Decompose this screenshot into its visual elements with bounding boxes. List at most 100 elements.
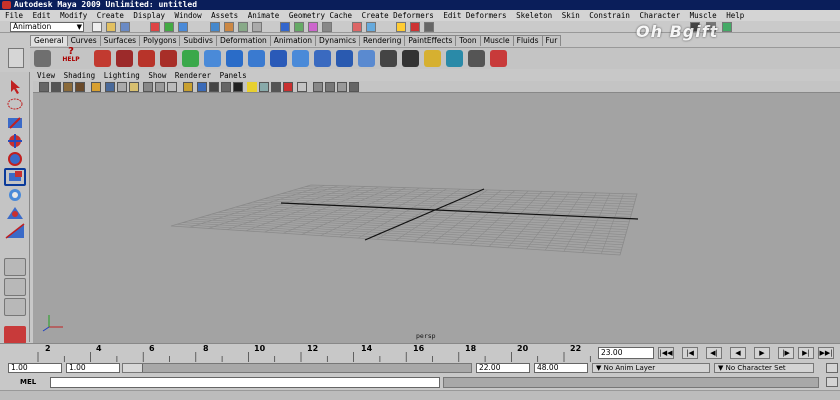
select-by-hierarchy-icon[interactable] <box>150 22 160 32</box>
range-slider-handle[interactable] <box>123 364 143 372</box>
shelf-menu-button[interactable] <box>8 48 24 68</box>
panel-menu-view[interactable]: View <box>37 71 55 80</box>
snap-grid-icon[interactable] <box>280 22 290 32</box>
open-scene-icon[interactable] <box>106 22 116 32</box>
range-slider-bar[interactable] <box>122 363 472 373</box>
menu-help[interactable]: Help <box>726 11 744 20</box>
sphere-icon[interactable] <box>248 50 265 67</box>
menu-edit[interactable]: Edit <box>33 11 51 20</box>
film-gate-icon[interactable] <box>105 82 115 92</box>
outliner-icon[interactable] <box>468 50 485 67</box>
menu-animate[interactable]: Animate <box>248 11 280 20</box>
menu-constrain[interactable]: Constrain <box>589 11 630 20</box>
anim-layer-dropdown[interactable]: ▼ No Anim Layer <box>592 363 710 373</box>
shelf-tab-surfaces[interactable]: Surfaces <box>99 35 141 46</box>
gate-mask-icon[interactable] <box>129 82 139 92</box>
menu-skin[interactable]: Skin <box>562 11 580 20</box>
image-plane-icon[interactable] <box>75 82 85 92</box>
move-tool-icon[interactable] <box>4 132 26 150</box>
soft-mod-tool-icon[interactable] <box>4 204 26 222</box>
play-backwards-icon[interactable]: ◀ <box>730 347 746 359</box>
scale-tool-icon[interactable] <box>4 168 26 186</box>
wireframe-icon[interactable] <box>183 82 193 92</box>
safe-action-icon[interactable] <box>155 82 165 92</box>
paint-select-tool-icon[interactable] <box>4 114 26 132</box>
panel-menu-renderer[interactable]: Renderer <box>175 71 211 80</box>
output-ops-icon[interactable] <box>366 22 376 32</box>
surface-flow-icon[interactable] <box>226 50 243 67</box>
select-by-component-icon[interactable] <box>178 22 188 32</box>
menu-skeleton[interactable]: Skeleton <box>516 11 552 20</box>
mask-curves-icon[interactable] <box>224 22 234 32</box>
start-time-field[interactable]: 1.00 <box>8 363 62 373</box>
textured-icon[interactable] <box>221 82 231 92</box>
high-quality-icon[interactable] <box>313 82 323 92</box>
render-view-icon[interactable] <box>402 50 419 67</box>
shadows-icon[interactable] <box>247 82 257 92</box>
wireframe-on-shaded-icon[interactable] <box>209 82 219 92</box>
cone-icon[interactable] <box>314 50 331 67</box>
shelf-tab-deformation[interactable]: Deformation <box>215 35 271 46</box>
smoke-effect-icon[interactable] <box>116 50 133 67</box>
graph-editor-icon[interactable] <box>490 50 507 67</box>
grid-toggle-icon[interactable] <box>91 82 101 92</box>
go-to-end-icon[interactable]: ▶▶| <box>818 347 834 359</box>
shelf-tab-rendering[interactable]: Rendering <box>359 35 406 46</box>
paint-brush-icon[interactable] <box>424 50 441 67</box>
hypergraph-layout-icon[interactable] <box>4 326 26 344</box>
menu-geometry-cache[interactable]: Geometry Cache <box>289 11 352 20</box>
select-by-object-icon[interactable] <box>164 22 174 32</box>
outliner-persp-layout-icon[interactable] <box>4 298 26 316</box>
safe-title-icon[interactable] <box>167 82 177 92</box>
shelf-tab-painteffects[interactable]: PaintEffects <box>404 35 457 46</box>
menu-edit-deformers[interactable]: Edit Deformers <box>443 11 506 20</box>
selection-mask-icon[interactable] <box>210 22 220 32</box>
command-language-label[interactable]: MEL <box>20 378 36 386</box>
torus-icon[interactable] <box>358 50 375 67</box>
step-forward-frame-icon[interactable]: ▶| <box>798 347 814 359</box>
shelf-tab-curves[interactable]: Curves <box>66 35 101 46</box>
mask-surfaces-icon[interactable] <box>238 22 248 32</box>
menu-create-deformers[interactable]: Create Deformers <box>362 11 434 20</box>
shatter-effect-icon[interactable] <box>182 50 199 67</box>
shelf-tab-general[interactable]: General <box>30 35 68 46</box>
render-frame-icon[interactable] <box>396 22 406 32</box>
isolate-select-icon[interactable] <box>297 82 307 92</box>
panel-menu-shading[interactable]: Shading <box>64 71 96 80</box>
camera-attributes-icon[interactable] <box>51 82 61 92</box>
last-used-tool-icon[interactable] <box>34 50 51 67</box>
show-manipulator-icon[interactable] <box>4 222 26 240</box>
step-back-frame-icon[interactable]: |◀ <box>682 347 698 359</box>
fire-effect-icon[interactable] <box>94 50 111 67</box>
end-time-field[interactable]: 48.00 <box>534 363 588 373</box>
command-input[interactable] <box>50 377 440 388</box>
hud-icon[interactable] <box>325 82 335 92</box>
menu-set-dropdown[interactable]: Animation ▼ <box>10 22 84 32</box>
shelf-tab-subdivs[interactable]: Subdivs <box>179 35 217 46</box>
frame-all-icon[interactable] <box>349 82 359 92</box>
new-scene-icon[interactable] <box>92 22 102 32</box>
single-pane-layout-icon[interactable] <box>4 258 26 276</box>
menu-file[interactable]: File <box>5 11 23 20</box>
mask-deformations-icon[interactable] <box>252 22 262 32</box>
playback-start-field[interactable]: 1.00 <box>66 363 120 373</box>
shelf-tab-muscle[interactable]: Muscle <box>479 35 514 46</box>
menu-create[interactable]: Create <box>97 11 124 20</box>
save-scene-icon[interactable] <box>120 22 130 32</box>
current-frame-field[interactable]: 23.00 <box>598 347 654 359</box>
fireworks-effect-icon[interactable] <box>138 50 155 67</box>
menu-display[interactable]: Display <box>133 11 165 20</box>
frame-selection-icon[interactable] <box>337 82 347 92</box>
perspective-viewport[interactable]: persp <box>33 93 840 343</box>
help-icon[interactable]: ? HELP <box>62 47 80 68</box>
universal-manipulator-icon[interactable] <box>4 186 26 204</box>
curve-flow-icon[interactable] <box>204 50 221 67</box>
cube-icon[interactable] <box>270 50 287 67</box>
script-editor-icon[interactable] <box>826 377 838 387</box>
go-to-start-icon[interactable]: |◀◀ <box>658 347 674 359</box>
select-camera-icon[interactable] <box>39 82 49 92</box>
step-back-key-icon[interactable]: ◀| <box>706 347 722 359</box>
shelf-tab-toon[interactable]: Toon <box>455 35 481 46</box>
bookmark-icon[interactable] <box>63 82 73 92</box>
input-ops-icon[interactable] <box>352 22 362 32</box>
